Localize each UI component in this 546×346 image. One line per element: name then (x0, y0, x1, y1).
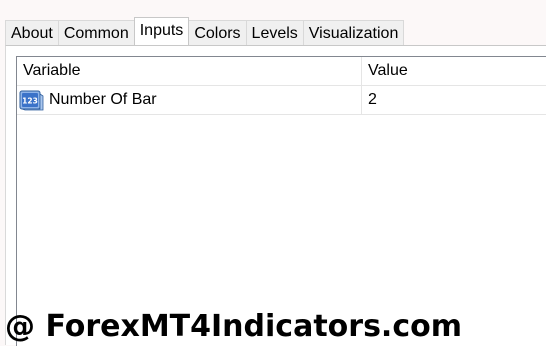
tab-visualization[interactable]: Visualization (302, 20, 405, 45)
tab-colors[interactable]: Colors (188, 20, 247, 45)
tab-common[interactable]: Common (57, 20, 135, 45)
table-header: Variable Value (17, 57, 546, 86)
value-cell[interactable]: 2 (362, 86, 546, 114)
tab-about[interactable]: About (5, 20, 59, 45)
variable-cell: 123 Number Of Bar (17, 86, 362, 114)
inputs-table: Variable Value 123 Number Of Bar 2 (16, 56, 546, 346)
numeric-123-icon: 123 (19, 88, 45, 112)
tab-levels[interactable]: Levels (245, 20, 304, 45)
column-header-variable[interactable]: Variable (17, 57, 362, 85)
watermark-text: @ ForexMT4Indicators.com (5, 309, 462, 344)
svg-text:123: 123 (22, 97, 38, 106)
tab-inputs[interactable]: Inputs (133, 17, 190, 45)
column-header-value[interactable]: Value (362, 57, 546, 85)
inputs-panel: Variable Value 123 Number Of Bar 2 (5, 45, 546, 346)
table-row[interactable]: 123 Number Of Bar 2 (17, 86, 546, 115)
variable-name: Number Of Bar (49, 91, 157, 108)
tab-strip: About Common Inputs Colors Levels Visual… (5, 17, 405, 45)
